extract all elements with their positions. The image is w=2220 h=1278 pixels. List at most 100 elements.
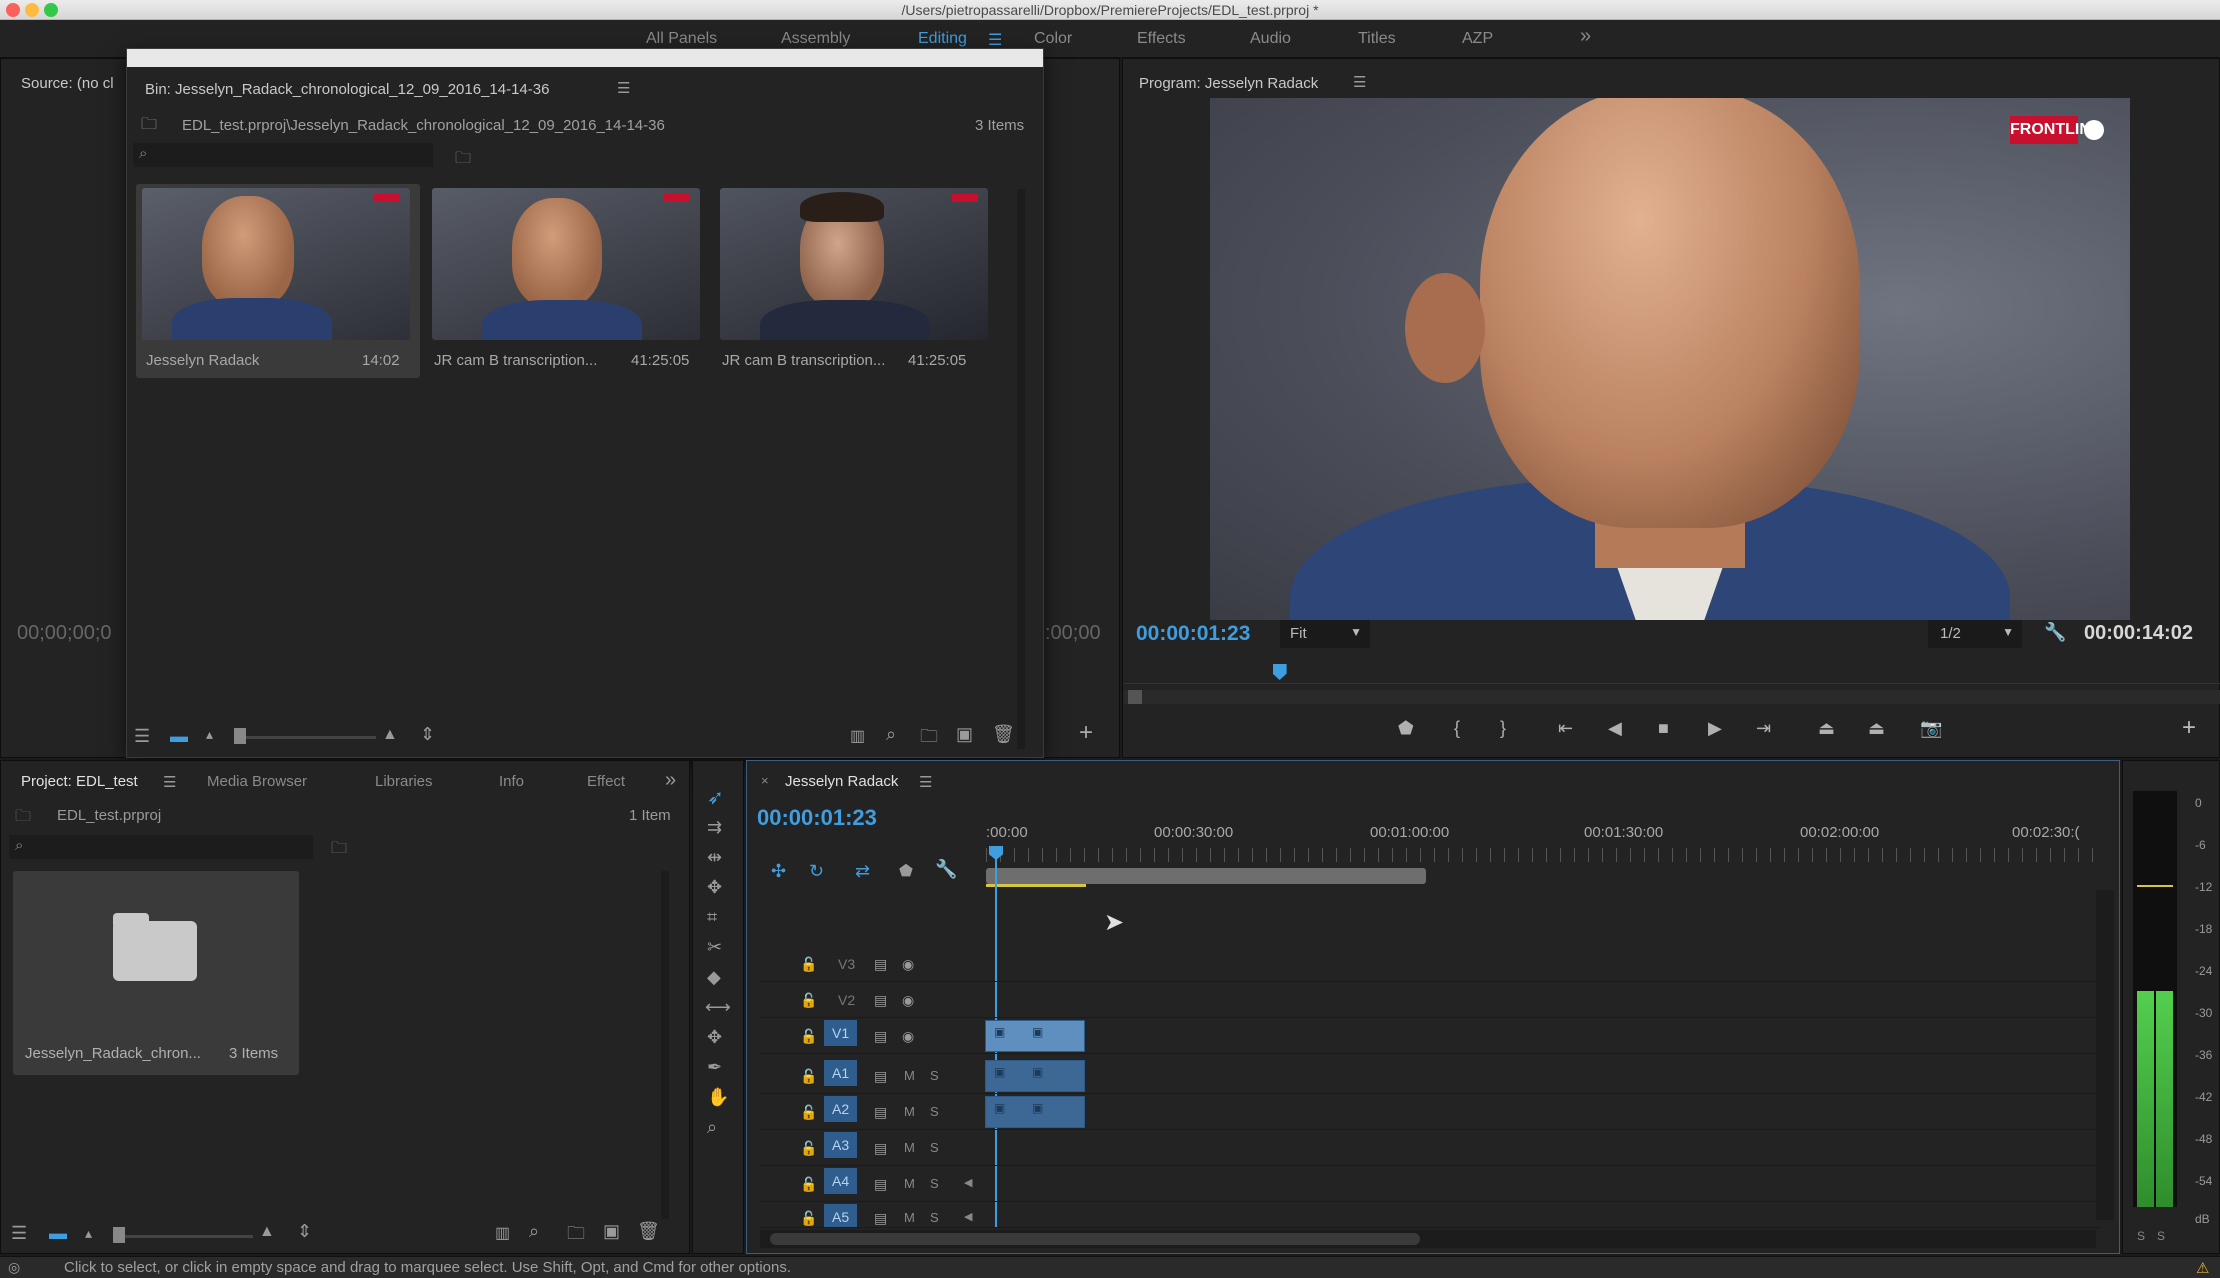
- track-label-v3[interactable]: V3: [838, 956, 855, 972]
- list-view-icon[interactable]: ☰: [134, 726, 150, 747]
- track-label-a2[interactable]: A2: [824, 1096, 858, 1122]
- track-label-v2[interactable]: V2: [838, 992, 855, 1008]
- solo-left-button[interactable]: S: [2137, 1229, 2145, 1243]
- step-forward-icon[interactable]: ▶: [1708, 718, 1722, 739]
- track-label-v1[interactable]: V1: [824, 1020, 858, 1046]
- program-menu-icon[interactable]: ☰: [1353, 73, 1366, 91]
- rolling-edit-tool-icon[interactable]: ✥: [707, 877, 722, 898]
- tab-libraries[interactable]: Libraries: [375, 773, 433, 790]
- new-item-icon[interactable]: ▣: [956, 724, 973, 745]
- program-zoom-bar[interactable]: [1124, 690, 2220, 704]
- eye-icon[interactable]: ◉: [902, 1028, 914, 1045]
- project-scrollbar[interactable]: [661, 871, 669, 1219]
- find-icon[interactable]: ⌕: [886, 724, 896, 745]
- workspace-assembly[interactable]: Assembly: [781, 30, 850, 48]
- sort-icon[interactable]: ⇕: [297, 1221, 312, 1242]
- slider-handle[interactable]: [234, 728, 246, 744]
- move-tool-icon[interactable]: ✥: [707, 1027, 722, 1048]
- track-label-a1[interactable]: A1: [824, 1060, 858, 1086]
- workspace-menu-icon[interactable]: ☰: [988, 30, 1002, 50]
- find-icon[interactable]: ⌕: [529, 1221, 539, 1242]
- go-to-out-icon[interactable]: ⇥: [1756, 718, 1771, 739]
- list-view-icon[interactable]: ☰: [11, 1223, 27, 1244]
- timeline-horizontal-scrollbar[interactable]: [760, 1230, 2096, 1248]
- new-bin-icon[interactable]: 🗀: [455, 147, 471, 174]
- scrollbar-thumb[interactable]: [770, 1233, 1420, 1245]
- trash-icon[interactable]: 🗑: [637, 1221, 660, 1242]
- icon-view-icon[interactable]: ▬: [49, 1223, 67, 1244]
- automate-icon[interactable]: ▥: [850, 726, 865, 746]
- workspace-editing[interactable]: Editing: [918, 30, 967, 48]
- solo-button[interactable]: S: [930, 1176, 939, 1191]
- clip-thumbnail-2[interactable]: [432, 188, 700, 340]
- project-search-input[interactable]: ⌕: [9, 835, 313, 859]
- sync-lock-icon[interactable]: ▤: [874, 1140, 887, 1157]
- zoom-in-icon[interactable]: ▲: [259, 1223, 275, 1241]
- sync-lock-icon[interactable]: ▤: [874, 992, 887, 1009]
- timeline-vertical-scrollbar[interactable]: [2096, 890, 2114, 1220]
- program-time-ruler[interactable]: [1124, 660, 2220, 684]
- slip-tool-icon[interactable]: ◆: [707, 967, 721, 988]
- mute-button[interactable]: M: [904, 1104, 915, 1119]
- lock-icon[interactable]: 🔓: [800, 992, 817, 1009]
- sync-lock-icon[interactable]: ▤: [874, 1068, 887, 1085]
- icon-view-icon[interactable]: ▬: [170, 726, 188, 747]
- audio-clip-a2[interactable]: ▣ ▣: [985, 1096, 1085, 1128]
- sync-lock-icon[interactable]: ▤: [874, 956, 887, 973]
- pen-tool-icon[interactable]: ✒: [707, 1057, 722, 1078]
- timeline-ruler-ticks[interactable]: [986, 848, 2096, 862]
- track-select-tool-icon[interactable]: ⇉: [707, 817, 722, 838]
- export-frame-camera-icon[interactable]: 📷: [1920, 718, 1942, 739]
- project-menu-icon[interactable]: ☰: [163, 773, 176, 791]
- slide-tool-icon[interactable]: ⟷: [705, 997, 731, 1018]
- zoom-bar-handle[interactable]: [1128, 690, 1142, 704]
- thumbnail-size-slider[interactable]: [236, 736, 376, 739]
- lock-icon[interactable]: 🔓: [800, 1210, 817, 1227]
- solo-right-button[interactable]: S: [2157, 1229, 2165, 1243]
- clip-thumbnail-3[interactable]: [720, 188, 988, 340]
- source-add-button-icon[interactable]: +: [1079, 719, 1093, 747]
- lock-icon[interactable]: 🔓: [800, 956, 817, 973]
- step-back-icon[interactable]: ◀: [1608, 718, 1622, 739]
- workspace-audio[interactable]: Audio: [1250, 30, 1291, 48]
- warning-icon[interactable]: ⚠: [2196, 1259, 2209, 1277]
- sync-lock-icon[interactable]: ▤: [874, 1176, 887, 1193]
- mute-button[interactable]: M: [904, 1210, 915, 1225]
- tab-project[interactable]: Project: EDL_test: [21, 773, 138, 790]
- lock-icon[interactable]: 🔓: [800, 1176, 817, 1193]
- eye-icon[interactable]: ◉: [902, 992, 914, 1009]
- solo-button[interactable]: S: [930, 1140, 939, 1155]
- lock-icon[interactable]: 🔓: [800, 1140, 817, 1157]
- lock-icon[interactable]: 🔓: [800, 1104, 817, 1121]
- lock-icon[interactable]: 🔓: [800, 1068, 817, 1085]
- timeline-timecode[interactable]: 00:00:01:23: [757, 805, 877, 831]
- lift-icon[interactable]: ⏏: [1818, 718, 1835, 739]
- razor-tool-icon[interactable]: ✂: [707, 937, 722, 958]
- hand-tool-icon[interactable]: ✋: [707, 1087, 729, 1108]
- add-marker-icon[interactable]: ⬟: [899, 861, 913, 881]
- extract-icon[interactable]: ⏏: [1868, 718, 1885, 739]
- clip-thumbnail-1[interactable]: [142, 188, 410, 340]
- workspace-color[interactable]: Color: [1034, 30, 1072, 48]
- slider-handle[interactable]: [113, 1227, 125, 1243]
- automate-icon[interactable]: ▥: [495, 1223, 510, 1243]
- solo-button[interactable]: S: [930, 1210, 939, 1225]
- track-label-a5[interactable]: A5: [824, 1204, 858, 1227]
- video-clip-v1[interactable]: ▣ ▣: [985, 1020, 1085, 1052]
- mute-button[interactable]: M: [904, 1140, 915, 1155]
- timeline-menu-icon[interactable]: ☰: [919, 773, 932, 791]
- resolution-dropdown[interactable]: 1/2 ▼: [1928, 620, 2022, 648]
- mute-button[interactable]: M: [904, 1176, 915, 1191]
- eye-icon[interactable]: ◉: [902, 956, 914, 973]
- rate-stretch-tool-icon[interactable]: ⌗: [707, 907, 717, 928]
- panel-overflow-icon[interactable]: »: [665, 769, 676, 792]
- program-panel-title[interactable]: Program: Jesselyn Radack: [1139, 75, 1318, 92]
- zoom-in-icon[interactable]: ▲: [382, 726, 398, 744]
- workspace-overflow-icon[interactable]: »: [1580, 25, 1591, 48]
- sync-lock-icon[interactable]: ▤: [874, 1210, 887, 1227]
- sync-lock-icon[interactable]: ▤: [874, 1104, 887, 1121]
- voice-over-icon[interactable]: ◀: [964, 1176, 972, 1189]
- project-folder-item[interactable]: Jesselyn_Radack_chron... 3 Items: [13, 871, 299, 1075]
- workspace-effects[interactable]: Effects: [1137, 30, 1186, 48]
- audio-clip-a1[interactable]: ▣ ▣: [985, 1060, 1085, 1092]
